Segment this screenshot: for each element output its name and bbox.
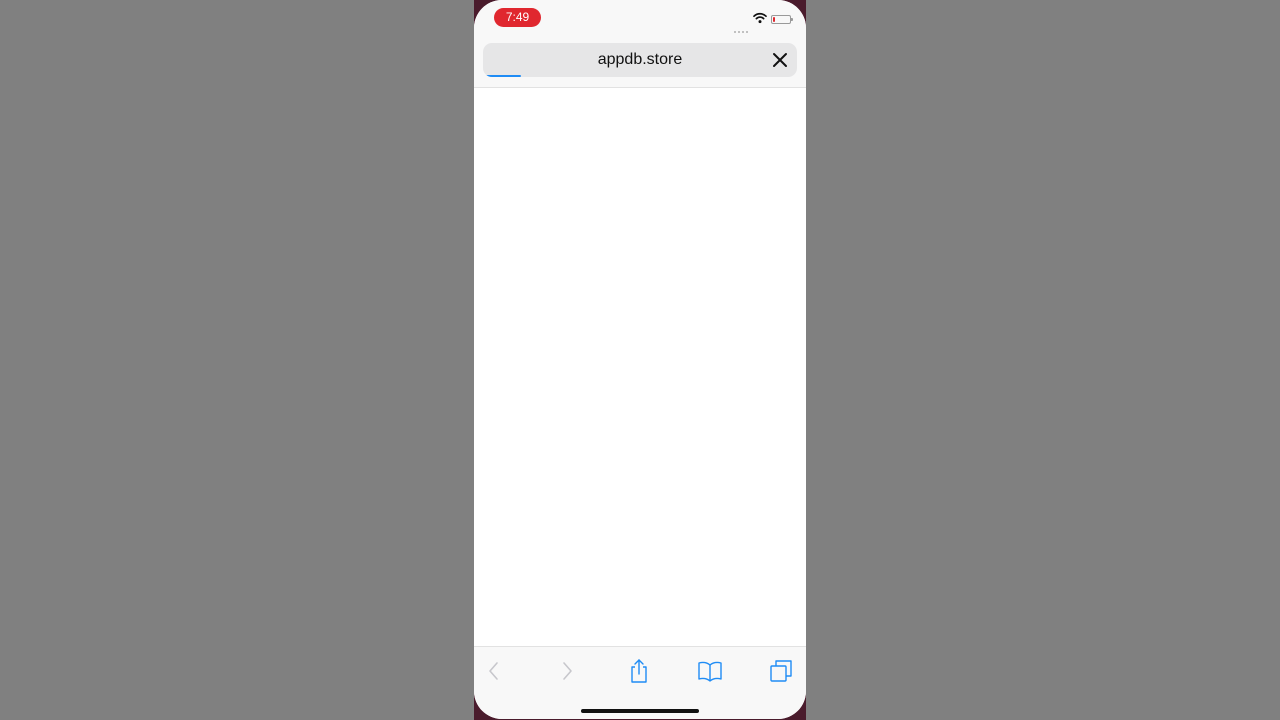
loading-progress-bar [483, 75, 797, 77]
web-content[interactable] [474, 88, 806, 646]
phone-frame: 7:49 appdb.store [474, 0, 806, 720]
url-text[interactable]: appdb.store [483, 43, 797, 77]
phone-screen: 7:49 appdb.store [474, 0, 806, 719]
share-button[interactable] [625, 657, 653, 685]
forward-button[interactable] [553, 657, 581, 685]
battery-icon [771, 15, 793, 24]
back-button[interactable] [480, 657, 508, 685]
status-time: 7:49 [494, 8, 541, 27]
wifi-icon [753, 12, 767, 24]
bookmarks-button[interactable] [696, 657, 724, 685]
book-icon [698, 661, 722, 682]
status-bar: 7:49 [474, 0, 806, 34]
bottom-toolbar [474, 646, 806, 719]
loading-progress-fill [486, 75, 521, 77]
close-icon [773, 53, 787, 67]
tabs-icon [770, 660, 792, 682]
close-button[interactable] [767, 47, 793, 73]
tabs-button[interactable] [767, 657, 795, 685]
video-frame: 7:49 appdb.store [0, 0, 1280, 720]
cellular-dots-icon [734, 20, 750, 33]
battery-level [773, 17, 775, 22]
chevron-right-icon [563, 662, 572, 680]
url-field[interactable]: appdb.store [483, 43, 797, 77]
address-bar: appdb.store [474, 34, 806, 88]
home-indicator[interactable] [581, 709, 699, 713]
share-icon [631, 659, 647, 683]
chevron-left-icon [489, 662, 498, 680]
